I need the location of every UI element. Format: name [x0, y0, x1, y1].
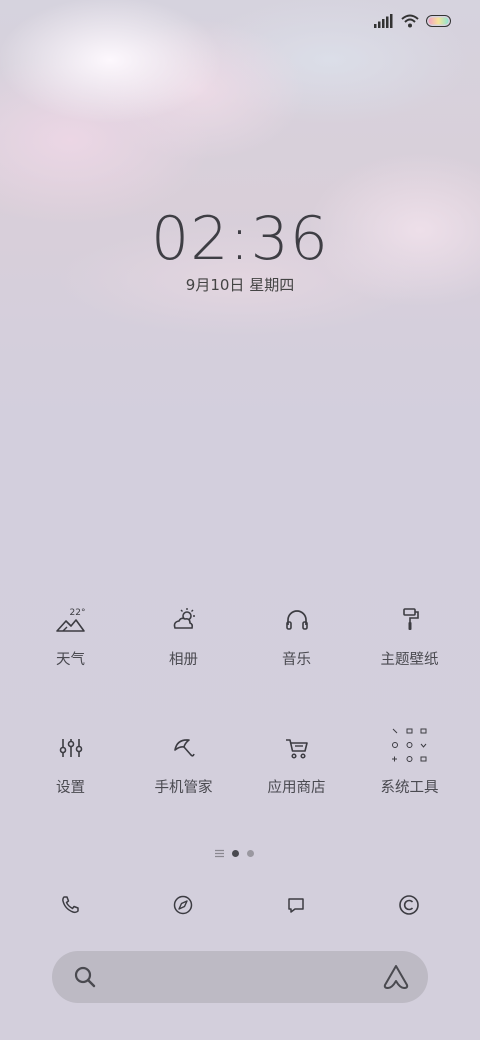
paint-roller-icon: [402, 608, 419, 630]
dock-messages[interactable]: [281, 890, 311, 920]
page-indicator[interactable]: [215, 849, 254, 858]
dock-camera[interactable]: [394, 890, 424, 920]
dock-browser[interactable]: [168, 890, 198, 920]
status-bar: [374, 12, 452, 30]
app-label: 相册: [169, 652, 198, 668]
app-label: 手机管家: [154, 780, 213, 796]
signal-icon: [374, 14, 393, 28]
search-bar[interactable]: [52, 951, 428, 1003]
app-label: 音乐: [282, 652, 311, 668]
headphones-icon: [285, 610, 308, 630]
wifi-icon: [401, 14, 419, 28]
app-store[interactable]: 应用商店: [240, 728, 353, 797]
app-weather[interactable]: 22° 天气: [14, 600, 127, 669]
app-label: 设置: [56, 780, 85, 796]
dock: [0, 890, 480, 920]
app-label: 系统工具: [380, 780, 439, 796]
weather-temp: 22°: [69, 608, 86, 618]
app-label: 天气: [56, 652, 85, 668]
dock-phone[interactable]: [55, 890, 85, 920]
menu-lines-icon: [215, 849, 224, 858]
clock-date[interactable]: 9月10日 星期四: [0, 274, 480, 295]
sliders-icon: [59, 739, 82, 757]
copyright-icon: [399, 895, 419, 915]
app-music[interactable]: 音乐: [240, 600, 353, 669]
app-settings[interactable]: 设置: [14, 728, 127, 797]
assistant-icon[interactable]: [382, 963, 410, 991]
gallery-icon: [173, 608, 195, 629]
app-label: 主题壁纸: [380, 652, 439, 668]
compass-icon: [173, 895, 193, 915]
wallpaper: [0, 0, 480, 1040]
battery-icon: [426, 15, 451, 27]
umbrella-icon: [173, 739, 195, 757]
clock-time[interactable]: 02:36: [0, 204, 480, 274]
app-gallery[interactable]: 相册: [127, 600, 240, 669]
search-icon[interactable]: [72, 964, 98, 990]
app-security[interactable]: 手机管家: [127, 728, 240, 797]
app-themes[interactable]: 主题壁纸: [353, 600, 466, 669]
page-dot-active[interactable]: [232, 850, 239, 857]
folder-grid-icon: [391, 728, 426, 762]
cart-icon: [285, 739, 308, 759]
message-icon: [288, 898, 304, 913]
phone-icon: [62, 896, 79, 914]
page-dot[interactable]: [247, 850, 254, 857]
app-system-tools[interactable]: 系统工具: [353, 728, 466, 797]
app-label: 应用商店: [267, 780, 326, 796]
